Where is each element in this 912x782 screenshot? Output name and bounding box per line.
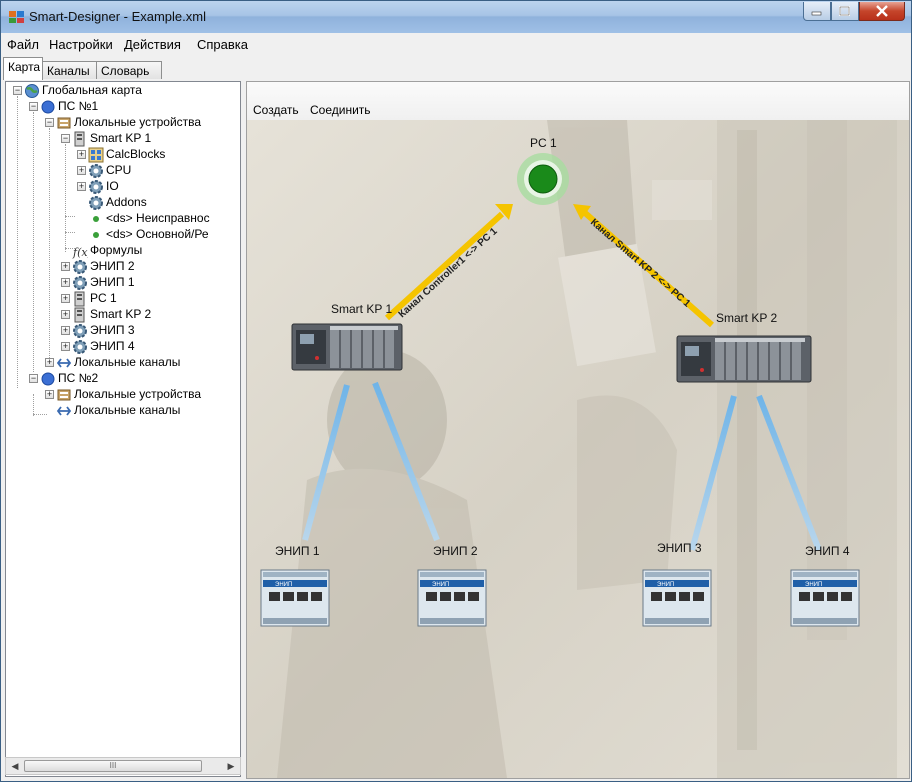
tree-item-smart-kp2[interactable]: Smart KP 2 [90, 306, 151, 322]
controller-icon [74, 307, 85, 323]
svg-text:ЭНИП: ЭНИП [805, 582, 822, 588]
tree-item-enip3[interactable]: ЭНИП 3 [90, 322, 135, 338]
scroll-left-icon[interactable]: ◀ [7, 759, 23, 773]
app-window: Smart-Designer - Example.xml Файл Настро… [0, 0, 912, 782]
calcblocks-icon [88, 147, 104, 163]
gear-icon [73, 324, 87, 338]
pc1-node[interactable] [517, 153, 569, 205]
connect-button[interactable]: Соединить [310, 103, 371, 117]
tab-channels[interactable]: Каналы [42, 61, 97, 79]
title-bar[interactable]: Smart-Designer - Example.xml [1, 1, 911, 33]
signal-dot-icon [93, 232, 99, 238]
tree-item-ds-fault[interactable]: <ds> Неисправнос [106, 210, 210, 226]
map-view: Создать Соединить Канал Controller1 <-> … [246, 81, 910, 779]
tree-item-cpu[interactable]: CPU [106, 162, 131, 178]
svg-text:ЭНИП: ЭНИП [275, 582, 292, 588]
tree-item-formulas[interactable]: Формулы [90, 242, 142, 258]
globe-icon [25, 84, 39, 98]
label-smart-kp1: Smart KP 1 [331, 302, 393, 316]
svg-text:ЭНИП: ЭНИП [657, 582, 674, 588]
label-enip2: ЭНИП 2 [433, 544, 478, 558]
tree-item-global-map[interactable]: Глобальная карта [42, 82, 142, 98]
tree-item-enip1[interactable]: ЭНИП 1 [90, 274, 135, 290]
label-enip1: ЭНИП 1 [275, 544, 320, 558]
substation-icon [41, 100, 55, 114]
gear-icon [89, 164, 103, 178]
tree-item-ds-main[interactable]: <ds> Основной/Ре [106, 226, 209, 242]
label-enip4: ЭНИП 4 [805, 544, 850, 558]
enip1-device[interactable]: ЭНИП [260, 569, 330, 627]
tree-item-smart-kp1[interactable]: Smart KP 1 [90, 130, 151, 146]
label-pc1: PC 1 [530, 136, 557, 150]
device-tree[interactable]: − Глобальная карта − ПС №1 − Локальные у… [5, 81, 241, 777]
minimize-button[interactable] [803, 2, 831, 21]
maximize-icon [839, 6, 850, 16]
gear-icon [73, 340, 87, 354]
window-title: Smart-Designer - Example.xml [29, 9, 206, 24]
tree-item-ps2[interactable]: ПС №2 [58, 370, 98, 386]
menu-help[interactable]: Справка [197, 37, 248, 52]
maximize-button[interactable] [831, 2, 859, 21]
enip4-device[interactable]: ЭНИП [790, 569, 860, 627]
gear-icon [73, 276, 87, 290]
tree-item-pc1[interactable]: PC 1 [90, 290, 117, 306]
label-enip3: ЭНИП 3 [657, 541, 702, 555]
gear-icon [89, 196, 103, 210]
smart-kp1-device[interactable] [291, 323, 403, 371]
enip2-device[interactable]: ЭНИП [417, 569, 487, 627]
menu-actions[interactable]: Действия [124, 37, 181, 52]
tree-item-enip2[interactable]: ЭНИП 2 [90, 258, 135, 274]
tree-item-addons[interactable]: Addons [106, 194, 147, 210]
menu-file[interactable]: Файл [7, 37, 39, 52]
tree-item-local-channels-2[interactable]: Локальные каналы [74, 402, 180, 418]
gear-icon [73, 260, 87, 274]
scroll-right-icon[interactable]: ▶ [223, 759, 239, 773]
channels-icon [56, 358, 72, 368]
tree-item-calcblocks[interactable]: CalcBlocks [106, 146, 165, 162]
close-button[interactable] [859, 2, 905, 21]
map-toolbar: Создать Соединить [247, 82, 909, 121]
scroll-thumb[interactable]: III [24, 760, 202, 772]
tab-map[interactable]: Карта [3, 57, 43, 80]
signal-dot-icon [93, 216, 99, 222]
controller-icon [74, 291, 85, 307]
menu-settings[interactable]: Настройки [49, 37, 113, 52]
tree-item-local-devices-2[interactable]: Локальные устройства [74, 386, 201, 402]
tree-item-io[interactable]: IO [106, 178, 119, 194]
svg-text:ЭНИП: ЭНИП [432, 582, 449, 588]
label-smart-kp2: Smart KP 2 [716, 311, 778, 325]
svg-text:f(x): f(x) [72, 246, 88, 259]
tree-item-local-channels-1[interactable]: Локальные каналы [74, 354, 180, 370]
menu-bar: Файл Настройки Действия Справка [1, 33, 911, 55]
tree-horizontal-scrollbar[interactable]: ◀ III ▶ [5, 757, 241, 775]
create-button[interactable]: Создать [253, 103, 299, 117]
formula-icon: f(x) [72, 246, 88, 259]
minimize-icon [811, 11, 822, 16]
substation-icon [41, 372, 55, 386]
smart-kp2-device[interactable] [676, 335, 812, 383]
gear-icon [89, 180, 103, 194]
map-canvas[interactable]: Канал Controller1 <-> PC 1 Канал Smart K… [247, 120, 909, 778]
controller-icon [74, 131, 85, 147]
app-icon [9, 11, 24, 23]
tab-dictionary[interactable]: Словарь [96, 61, 162, 79]
close-icon [876, 5, 888, 17]
map-graphics: Канал Controller1 <-> PC 1 Канал Smart K… [247, 120, 909, 778]
devices-folder-icon [57, 389, 71, 401]
channels-icon [56, 406, 72, 416]
tree-item-enip4[interactable]: ЭНИП 4 [90, 338, 135, 354]
devices-folder-icon [57, 117, 71, 129]
tree-item-ps1[interactable]: ПС №1 [58, 98, 98, 114]
enip3-device[interactable]: ЭНИП [642, 569, 712, 627]
tree-item-local-devices-1[interactable]: Локальные устройства [74, 114, 201, 130]
